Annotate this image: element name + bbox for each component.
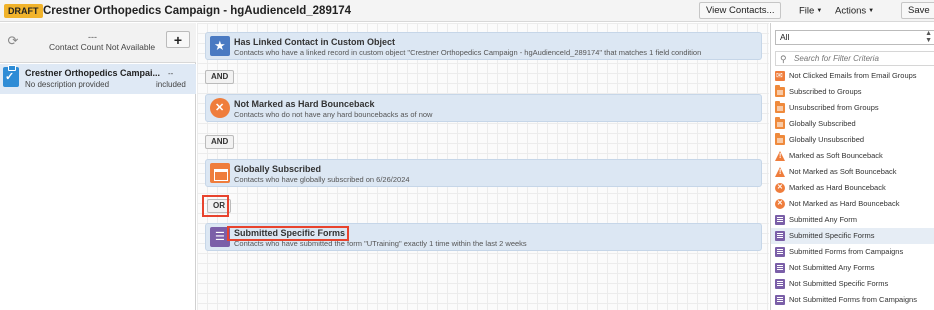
criteria-list-label: Marked as Soft Bounceback — [789, 151, 883, 160]
criteria-block-hard-bounceback[interactable]: Not Marked as Hard Bounceback Contacts w… — [205, 94, 762, 122]
criteria-list-label: Not Submitted Any Forms — [789, 263, 875, 272]
criteria-name-highlight — [227, 226, 349, 241]
criteria-list-label: Submitted Any Form — [789, 215, 857, 224]
add-button[interactable]: + — [166, 31, 190, 48]
warning-icon — [775, 167, 785, 177]
search-icon: ⚲ — [780, 54, 787, 64]
x-circle-icon — [775, 199, 785, 209]
criteria-list-item[interactable]: Submitted Any Form — [771, 212, 934, 228]
segment-canvas: Has Linked Contact in Custom Object Cont… — [197, 23, 769, 310]
form-icon — [775, 279, 785, 289]
segment-count: -- — [168, 69, 174, 78]
and-connector[interactable]: AND — [205, 70, 235, 84]
plus-icon: + — [173, 31, 183, 48]
star-icon — [210, 36, 230, 56]
criteria-name: Has Linked Contact in Custom Object — [234, 37, 396, 47]
form-icon — [775, 263, 785, 273]
actions-menu-label: Actions — [835, 5, 867, 17]
contact-count-label: Contact Count Not Available — [49, 42, 156, 52]
filter-type-select[interactable]: All ▲ ▼ — [775, 30, 934, 45]
filter-search-input[interactable] — [794, 53, 932, 64]
criteria-list-item[interactable]: Not Submitted Any Forms — [771, 260, 934, 276]
criteria-list-item[interactable]: Not Submitted Specific Forms — [771, 276, 934, 292]
form-icon — [775, 231, 785, 241]
segment-description: No description provided — [25, 80, 110, 89]
criteria-list-label: Submitted Specific Forms — [789, 231, 875, 240]
criteria-list-label: Not Marked as Soft Bounceback — [789, 167, 897, 176]
criteria-list-item[interactable]: Not Marked as Hard Bounceback — [771, 196, 934, 212]
clipboard-check-icon — [3, 65, 19, 87]
select-arrows-icon: ▲ ▼ — [925, 30, 932, 44]
chevron-down-icon: ▼ — [868, 8, 875, 14]
criteria-list-item[interactable]: Marked as Soft Bounceback — [771, 148, 934, 164]
criteria-list-label: Globally Unsubscribed — [789, 135, 865, 144]
criteria-list-label: Unsubscribed from Groups — [789, 103, 879, 112]
x-circle-icon — [210, 98, 230, 118]
folder-icon — [775, 101, 785, 113]
folder-icon — [775, 117, 785, 129]
criteria-list-item-selected[interactable]: Submitted Specific Forms — [771, 228, 934, 244]
criteria-list-label: Not Clicked Emails from Email Groups — [789, 71, 917, 80]
file-menu-label: File — [799, 5, 815, 17]
filter-criteria-list: Not Clicked Emails from Email Groups Sub… — [771, 68, 934, 308]
criteria-list-item[interactable]: Globally Subscribed — [771, 116, 934, 132]
segment-list-item[interactable]: Crestner Orthopedics Campai... No descri… — [0, 64, 196, 94]
chevron-down-icon: ▼ — [816, 8, 823, 14]
filter-criteria-panel: All ▲▼ ⚲ Not Clicked Emails from Email G… — [770, 23, 934, 310]
or-connector-highlight — [202, 195, 229, 217]
page-title: Crestner Orthopedics Campaign - hgAudien… — [43, 5, 352, 17]
segment-status: included — [156, 80, 186, 89]
x-circle-icon — [775, 183, 785, 193]
form-icon — [775, 295, 785, 305]
criteria-list-item[interactable]: Submitted Forms from Campaigns — [771, 244, 934, 260]
criteria-block-linked-contact[interactable]: Has Linked Contact in Custom Object Cont… — [205, 32, 762, 60]
status-badge: DRAFT — [4, 4, 43, 18]
criteria-list-item[interactable]: Not Submitted Forms from Campaigns — [771, 292, 934, 308]
actions-menu[interactable]: Actions ▼ — [835, 5, 874, 18]
criteria-list-label: Not Submitted Specific Forms — [789, 279, 889, 288]
criteria-list-label: Submitted Forms from Campaigns — [789, 247, 904, 256]
form-icon — [775, 247, 785, 257]
segment-panel: ⟳ --- Contact Count Not Available + Cres… — [0, 23, 196, 310]
and-connector[interactable]: AND — [205, 135, 235, 149]
refresh-icon[interactable]: ⟳ — [6, 34, 20, 48]
view-contacts-button[interactable]: View Contacts... — [699, 2, 782, 19]
folder-icon — [775, 85, 785, 97]
file-menu[interactable]: File ▼ — [799, 5, 822, 18]
top-toolbar: DRAFT Crestner Orthopedics Campaign - hg… — [0, 0, 934, 22]
filter-search-box[interactable]: ⚲ — [775, 51, 934, 66]
contact-count-bar: ⟳ --- Contact Count Not Available + — [0, 23, 196, 63]
criteria-description: Contacts who have a linked record in cus… — [234, 48, 702, 57]
criteria-name: Globally Subscribed — [234, 164, 322, 174]
segment-name: Crestner Orthopedics Campai... — [25, 68, 161, 78]
criteria-block-globally-subscribed[interactable]: Globally Subscribed Contacts who have gl… — [205, 159, 762, 187]
criteria-list-label: Marked as Hard Bounceback — [789, 183, 886, 192]
folder-icon — [775, 133, 785, 145]
criteria-list-item[interactable]: Subscribed to Groups — [771, 84, 934, 100]
criteria-list-item[interactable]: Not Marked as Soft Bounceback — [771, 164, 934, 180]
criteria-list-label: Subscribed to Groups — [789, 87, 862, 96]
warning-icon — [775, 151, 785, 161]
criteria-list-label: Globally Subscribed — [789, 119, 856, 128]
criteria-list-label: Not Submitted Forms from Campaigns — [789, 295, 917, 304]
criteria-list-item[interactable]: Marked as Hard Bounceback — [771, 180, 934, 196]
criteria-list-item[interactable]: Unsubscribed from Groups — [771, 100, 934, 116]
criteria-list-item[interactable]: Globally Unsubscribed — [771, 132, 934, 148]
criteria-list-item[interactable]: Not Clicked Emails from Email Groups — [771, 68, 934, 84]
filter-type-value: All — [780, 32, 790, 42]
form-icon — [775, 215, 785, 225]
save-button[interactable]: Save — [901, 2, 934, 19]
criteria-description: Contacts who have globally subscribed on… — [234, 175, 410, 184]
email-group-icon — [775, 70, 785, 81]
contact-count-value: --- — [88, 32, 97, 42]
envelope-icon — [210, 163, 230, 183]
criteria-list-label: Not Marked as Hard Bounceback — [789, 199, 900, 208]
criteria-description: Contacts who do not have any hard bounce… — [234, 110, 433, 119]
criteria-name: Not Marked as Hard Bounceback — [234, 99, 375, 109]
